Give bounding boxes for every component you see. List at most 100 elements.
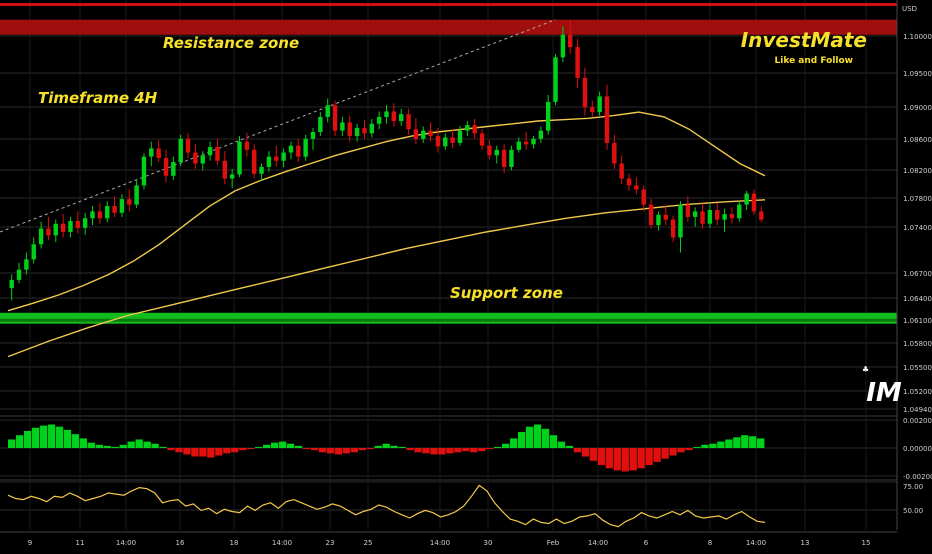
candle [744,190,749,211]
candle [678,201,683,253]
candle [347,115,352,142]
candle [318,112,323,137]
candle-body [46,228,51,236]
histogram-bar [557,441,566,448]
candle-body [523,141,529,145]
candle [134,180,139,208]
candle [413,118,419,145]
candle-body [178,138,183,163]
histogram-bar [278,441,287,448]
histogram-bar [302,448,311,450]
price-tick-label: 1.06400 [903,295,932,303]
candle [207,141,213,161]
candle-body [163,158,169,176]
trading-chart[interactable]: 0.00200 0.00000 -0.00200 75.00 50.00 1.1000… [0,0,932,550]
histogram-bar [613,448,621,471]
time-tick-label: 14:00 [116,539,136,547]
price-tick-label: 1.08200 [903,167,932,175]
candle-body [744,193,749,205]
candle [53,219,58,243]
candle-body [376,116,382,124]
price-tick-label: 1.06700 [903,270,932,278]
candle-body [229,174,235,179]
candle [509,145,514,171]
candle-body [369,123,375,134]
candle-body [575,47,580,78]
candle [626,173,632,191]
candle-body [421,130,426,139]
time-tick-label: 13 [801,539,810,547]
candle-body [670,219,676,238]
candle-body [465,125,470,131]
candle [16,262,22,284]
candle [105,201,110,223]
candle [332,100,338,137]
candle-body [325,105,330,117]
candle-body [391,111,397,122]
candle [516,137,521,153]
histogram-bar [191,448,199,457]
histogram-bar [111,446,119,448]
oscillator-tick-label: 50.00 [903,507,923,515]
time-tick-label: 30 [484,539,493,547]
histogram-bar [757,438,765,448]
candle [156,140,161,163]
candle [384,105,389,124]
histogram-bar [231,448,239,453]
histogram-bar [310,448,319,451]
histogram-bar [669,448,677,456]
candle-body [538,130,544,139]
candle-body [582,77,588,108]
histogram-bar [581,448,590,457]
candle-body [127,199,132,205]
candle [310,127,316,150]
histogram-bar [541,428,550,448]
candle [729,207,735,224]
candle [141,153,147,190]
candle-body [737,204,742,219]
histogram-bar [143,441,151,448]
candle-body [685,204,691,217]
histogram-bar [605,448,613,469]
candle [171,156,176,180]
candle-body [656,214,661,226]
candle [501,144,507,174]
histogram-bar [39,425,48,448]
candle-body [38,228,44,245]
histogram-bar [517,432,526,448]
chart-svg[interactable]: 0.00200 0.00000 -0.00200 75.00 50.00 1.1000… [0,0,932,550]
candle [369,118,375,138]
logo-mark-icon: ♣ [862,365,869,374]
histogram-bar [374,445,382,448]
candle [619,155,624,185]
histogram-bar [270,442,279,448]
price-tick-label: 1.09000 [903,104,932,112]
histogram-bar [629,448,637,471]
candle-body [259,166,264,174]
candle [266,151,272,172]
candle [68,216,73,238]
candle-body [707,210,713,224]
time-tick-label: 14:00 [272,539,292,547]
price-tick-label: 1.07800 [903,195,932,203]
candle-body [516,141,521,150]
histogram-bar [462,448,470,452]
candle [185,133,191,159]
candle [60,214,66,238]
candle [38,221,44,249]
histogram-bar [87,442,96,448]
candle [178,134,183,167]
histogram-bar [693,446,701,448]
brand-subtitle: Like and Follow [775,56,854,66]
candle [575,38,580,89]
candle-body [310,131,316,139]
candle-body [759,211,764,220]
candle-body [729,214,735,219]
candle [222,151,228,185]
histogram-bar [23,430,32,448]
candle-body [119,199,125,213]
candle [90,205,95,226]
histogram-bar [215,448,223,456]
histogram-bar [127,441,135,448]
candle-body [237,141,242,175]
